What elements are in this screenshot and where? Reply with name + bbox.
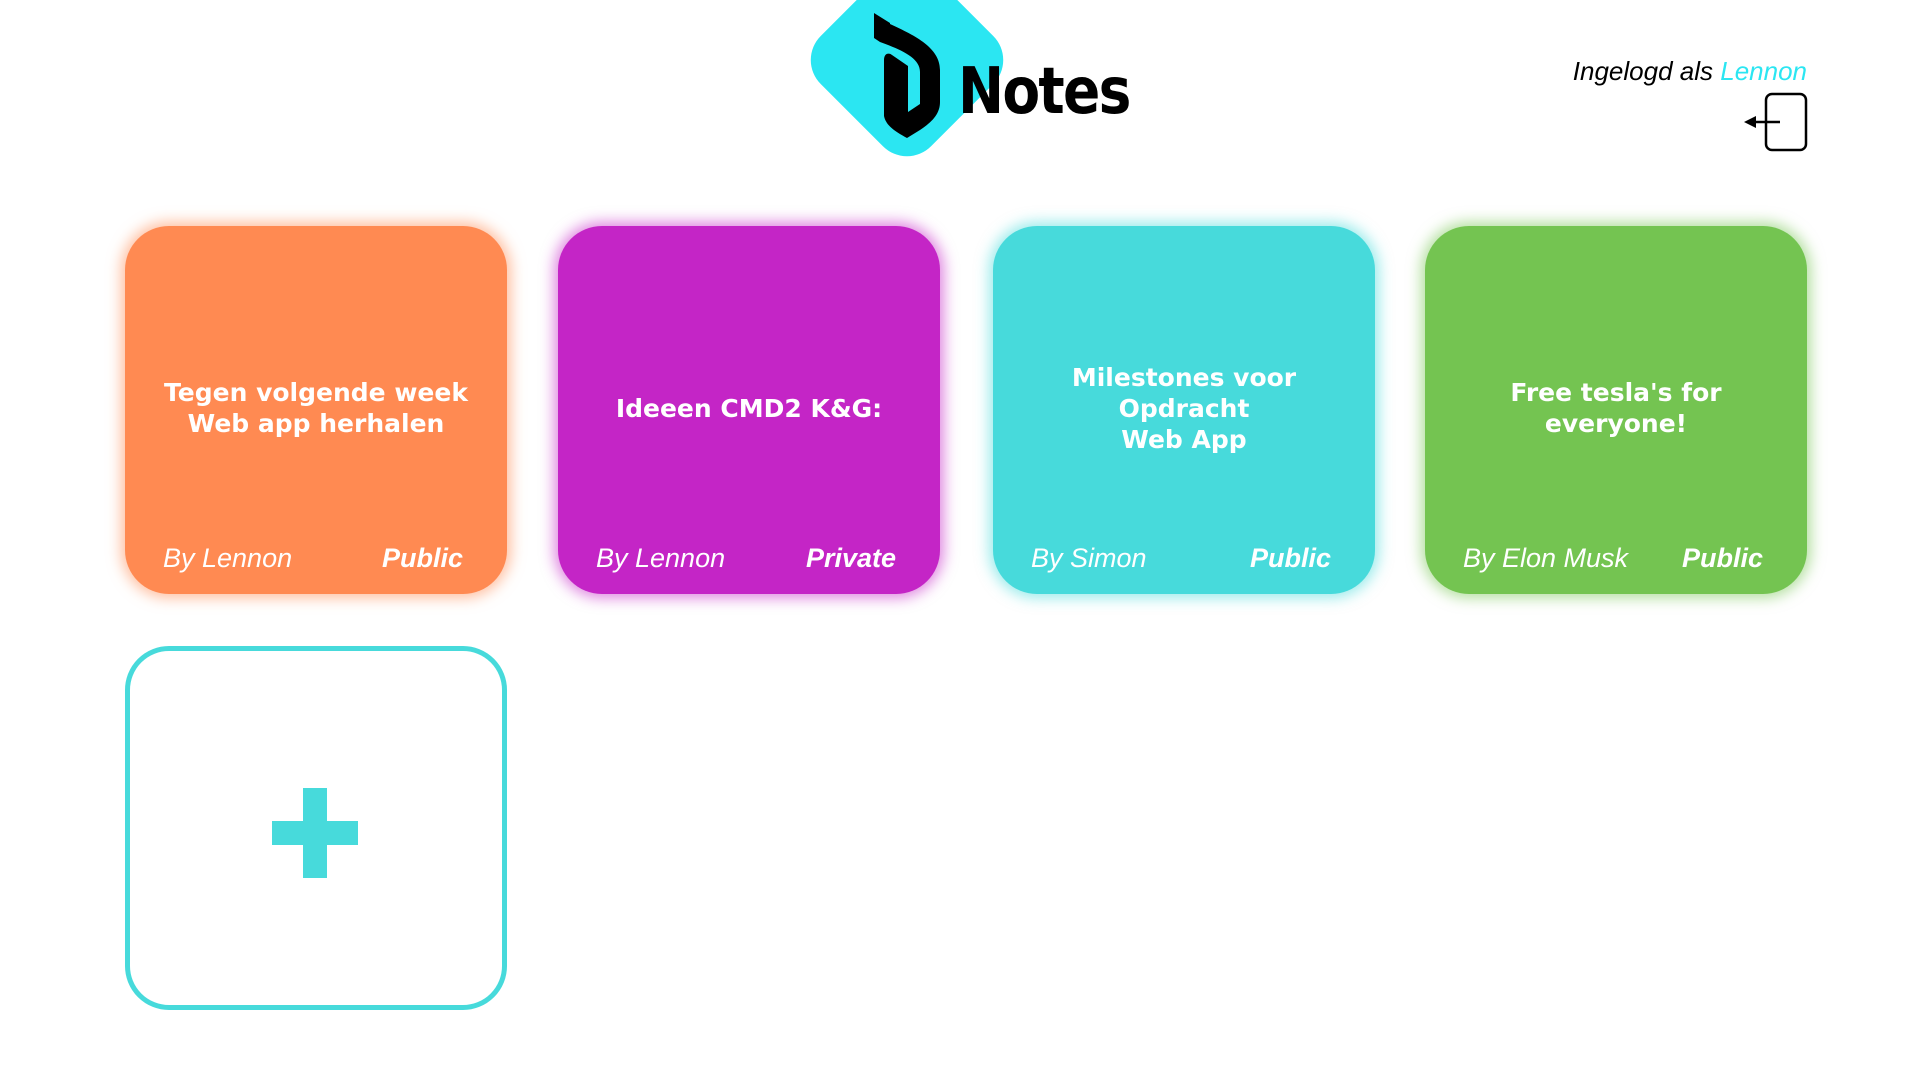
note-card[interactable]: Tegen volgende week Web app herhalen By … bbox=[125, 226, 507, 594]
note-card[interactable]: Milestones voor Opdracht Web App By Simo… bbox=[993, 226, 1375, 594]
logout-button[interactable] bbox=[1742, 92, 1808, 154]
note-card[interactable]: Free tesla's for everyone! By Elon Musk … bbox=[1425, 226, 1807, 594]
plus-icon-horizontal-bar bbox=[272, 821, 358, 845]
note-title: Free tesla's for everyone! bbox=[1510, 378, 1722, 438]
plus-icon bbox=[272, 788, 358, 878]
logout-icon bbox=[1744, 92, 1808, 152]
add-note-button[interactable] bbox=[125, 646, 507, 1010]
note-title: Tegen volgende week Web app herhalen bbox=[164, 378, 468, 438]
note-visibility: Private bbox=[805, 543, 896, 573]
note-visibility: Public bbox=[381, 543, 463, 573]
logged-in-prefix: Ingelogd als bbox=[1572, 56, 1713, 86]
app-title: Notes bbox=[958, 55, 1131, 129]
logged-in-info: Ingelogd als Lennon bbox=[1573, 56, 1807, 87]
app-logo[interactable]: Notes bbox=[808, 0, 1131, 176]
note-author: By Elon Musk bbox=[1463, 543, 1629, 573]
note-author: By Simon bbox=[1031, 543, 1147, 573]
logged-in-username[interactable]: Lennon bbox=[1720, 56, 1807, 86]
note-author: By Lennon bbox=[163, 543, 293, 573]
note-visibility: Public bbox=[1249, 543, 1331, 573]
notes-dashboard: Notes Ingelogd als Lennon Tegen volgende… bbox=[0, 0, 1920, 1080]
note-title: Ideeen CMD2 K&G: bbox=[615, 393, 883, 423]
note-card[interactable]: Ideeen CMD2 K&G: By Lennon Private bbox=[558, 226, 940, 594]
note-title: Milestones voor Opdracht Web App bbox=[1071, 362, 1297, 454]
note-visibility: Public bbox=[1681, 543, 1763, 573]
note-author: By Lennon bbox=[596, 543, 726, 573]
